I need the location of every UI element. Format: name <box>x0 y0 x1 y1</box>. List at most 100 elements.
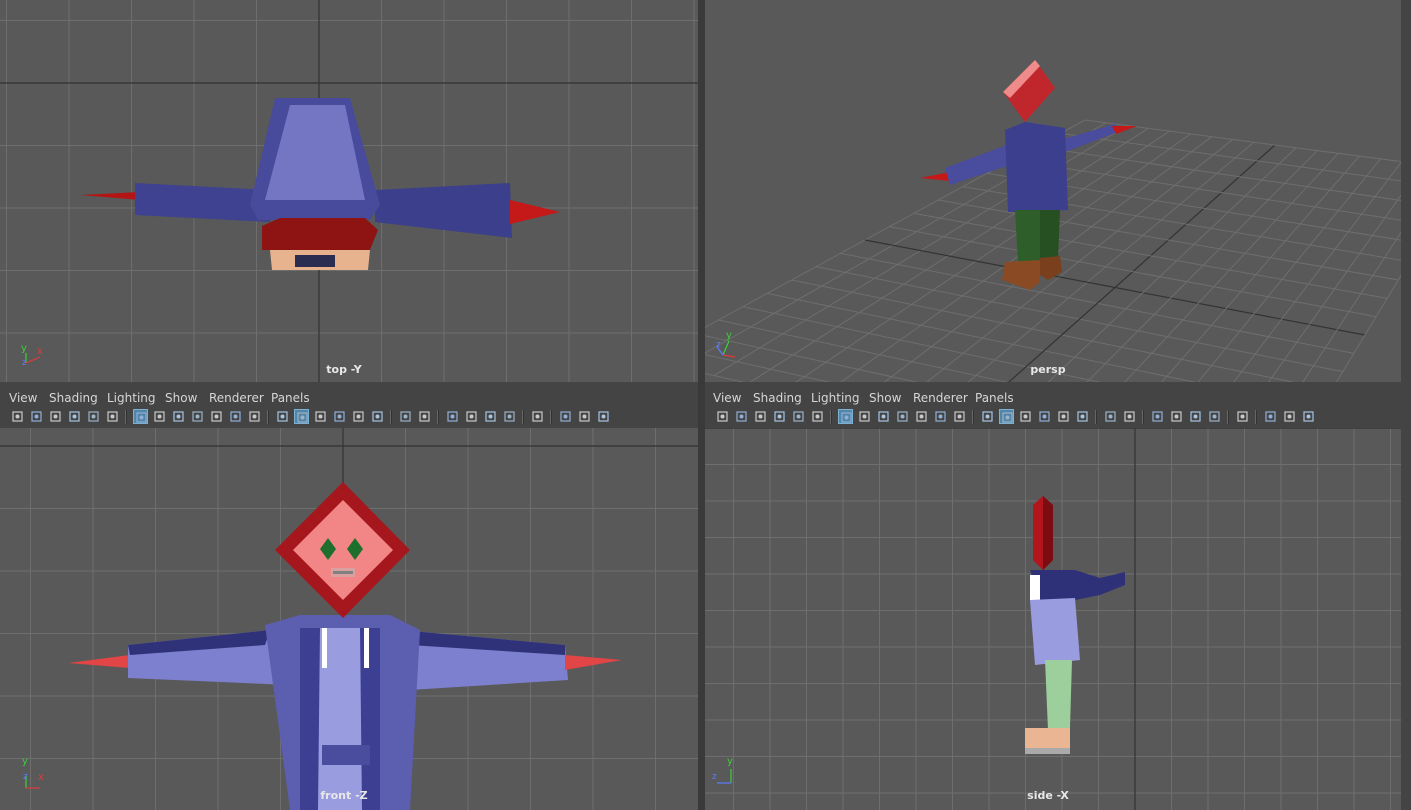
film-gate-icon[interactable] <box>857 409 872 424</box>
wireframe-on-shaded-icon[interactable] <box>332 409 347 424</box>
menu-show[interactable]: Show <box>869 391 901 405</box>
viewport-persp[interactable]: y z persp <box>705 0 1401 382</box>
axis-z-label: z <box>23 772 28 782</box>
depth-of-field-icon[interactable] <box>502 409 517 424</box>
backface-culling-icon[interactable] <box>1301 409 1316 424</box>
field-chart-icon[interactable] <box>209 409 224 424</box>
menu-renderer[interactable]: Renderer <box>913 391 968 405</box>
image-plane-icon[interactable] <box>67 409 82 424</box>
isolate-select-icon[interactable] <box>530 409 545 424</box>
menu-view[interactable]: View <box>713 391 741 405</box>
grease-pencil-icon[interactable] <box>810 409 825 424</box>
select-camera-icon[interactable] <box>10 409 25 424</box>
axis-x-label: x <box>38 772 44 783</box>
character-side <box>1025 496 1125 754</box>
motion-blur-icon[interactable] <box>1169 409 1184 424</box>
persp-view-scene <box>705 60 1401 382</box>
axis-x-label: x <box>37 346 43 357</box>
wireframe-icon[interactable] <box>980 409 995 424</box>
bookmarks-icon[interactable] <box>753 409 768 424</box>
use-all-lights-icon[interactable] <box>398 409 413 424</box>
xray-icon[interactable] <box>351 409 366 424</box>
bookmarks-icon[interactable] <box>48 409 63 424</box>
axis-y-label: y <box>22 756 28 767</box>
xray-active-components-icon[interactable] <box>1282 409 1297 424</box>
viewport-side[interactable]: y z side -X <box>705 428 1401 810</box>
shadows-icon[interactable] <box>1122 409 1137 424</box>
textured-icon[interactable] <box>370 409 385 424</box>
resolution-gate-icon[interactable] <box>171 409 186 424</box>
xray-joints-icon[interactable] <box>558 409 573 424</box>
grid-icon[interactable] <box>133 409 148 424</box>
viewport-divider-vertical[interactable] <box>698 0 705 810</box>
wireframe-icon[interactable] <box>275 409 290 424</box>
axis-z-label: z <box>22 358 27 368</box>
top-view-scene <box>0 0 698 382</box>
axis-z-label: z <box>716 340 721 350</box>
textured-icon[interactable] <box>1075 409 1090 424</box>
gate-mask-icon[interactable] <box>190 409 205 424</box>
character-top <box>80 98 560 270</box>
backface-culling-icon[interactable] <box>596 409 611 424</box>
toolbar-separator <box>550 410 552 424</box>
use-all-lights-icon[interactable] <box>1103 409 1118 424</box>
xray-active-components-icon[interactable] <box>577 409 592 424</box>
toolbar-separator <box>972 410 974 424</box>
toolbar-separator <box>267 410 269 424</box>
select-camera-icon[interactable] <box>715 409 730 424</box>
shadows-icon[interactable] <box>417 409 432 424</box>
grease-pencil-icon[interactable] <box>105 409 120 424</box>
safe-title-icon[interactable] <box>952 409 967 424</box>
menu-lighting[interactable]: Lighting <box>811 391 860 405</box>
field-chart-icon[interactable] <box>914 409 929 424</box>
wireframe-on-shaded-icon[interactable] <box>1037 409 1052 424</box>
xray-icon[interactable] <box>1056 409 1071 424</box>
anti-aliasing-icon[interactable] <box>483 409 498 424</box>
safe-action-icon[interactable] <box>933 409 948 424</box>
toolbar-separator <box>1095 410 1097 424</box>
camera-attributes-icon[interactable] <box>734 409 749 424</box>
smooth-shade-icon[interactable] <box>294 409 309 424</box>
menu-shading[interactable]: Shading <box>49 391 98 405</box>
anti-aliasing-icon[interactable] <box>1188 409 1203 424</box>
axis-y-label: y <box>726 330 732 341</box>
screen-space-ao-icon[interactable] <box>445 409 460 424</box>
menu-shading[interactable]: Shading <box>753 391 802 405</box>
smooth-shade-icon[interactable] <box>999 409 1014 424</box>
resolution-gate-icon[interactable] <box>876 409 891 424</box>
film-gate-icon[interactable] <box>152 409 167 424</box>
motion-blur-icon[interactable] <box>464 409 479 424</box>
panel-toolbar-front <box>0 406 698 428</box>
character-front <box>68 482 622 810</box>
toolbar-separator <box>437 410 439 424</box>
depth-of-field-icon[interactable] <box>1207 409 1222 424</box>
camera-label: top -Y <box>326 363 362 376</box>
safe-action-icon[interactable] <box>228 409 243 424</box>
camera-attributes-icon[interactable] <box>29 409 44 424</box>
toolbar-separator <box>1255 410 1257 424</box>
gate-mask-icon[interactable] <box>895 409 910 424</box>
menu-panels[interactable]: Panels <box>975 391 1014 405</box>
use-default-material-icon[interactable] <box>313 409 328 424</box>
axis-y-label: y <box>727 756 733 767</box>
use-default-material-icon[interactable] <box>1018 409 1033 424</box>
menu-show[interactable]: Show <box>165 391 197 405</box>
grid-icon[interactable] <box>838 409 853 424</box>
xray-joints-icon[interactable] <box>1263 409 1278 424</box>
toolbar-separator <box>1227 410 1229 424</box>
menu-view[interactable]: View <box>9 391 37 405</box>
safe-title-icon[interactable] <box>247 409 262 424</box>
screen-space-ao-icon[interactable] <box>1150 409 1165 424</box>
toolbar-separator <box>125 410 127 424</box>
two-d-pan-zoom-icon[interactable] <box>791 409 806 424</box>
viewport-top[interactable]: y x z top -Y <box>0 0 698 382</box>
toolbar-separator <box>522 410 524 424</box>
menu-renderer[interactable]: Renderer <box>209 391 264 405</box>
viewport-front[interactable]: y z x front -Z <box>0 428 698 810</box>
toolbar-separator <box>830 410 832 424</box>
menu-lighting[interactable]: Lighting <box>107 391 156 405</box>
menu-panels[interactable]: Panels <box>271 391 310 405</box>
isolate-select-icon[interactable] <box>1235 409 1250 424</box>
image-plane-icon[interactable] <box>772 409 787 424</box>
two-d-pan-zoom-icon[interactable] <box>86 409 101 424</box>
